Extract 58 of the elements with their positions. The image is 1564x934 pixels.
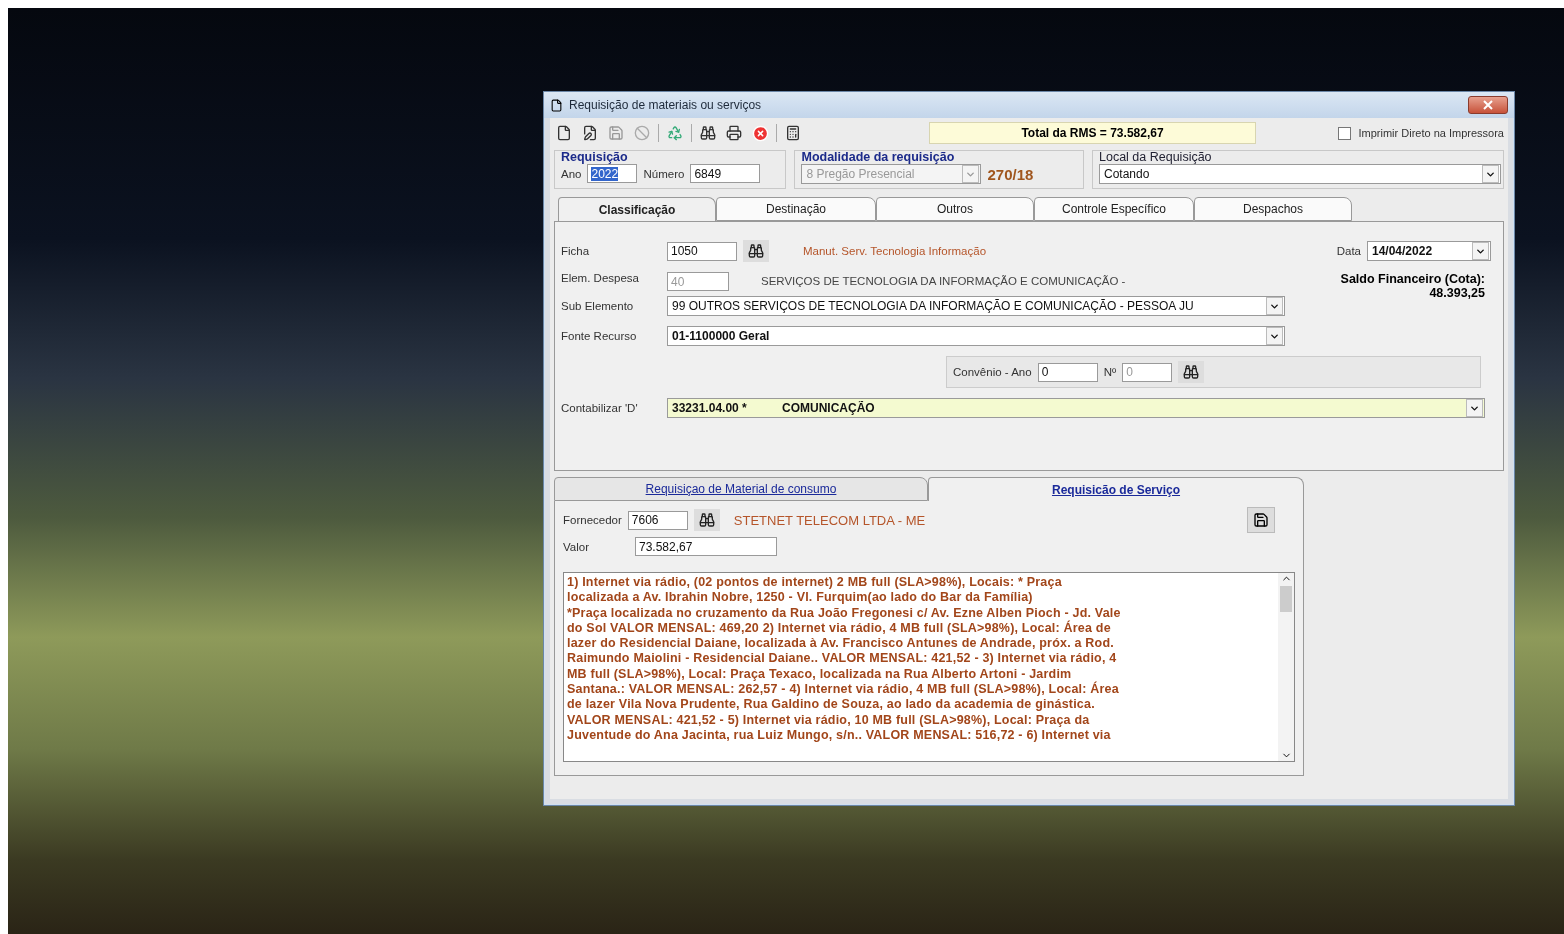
binoculars-button[interactable]: [693, 509, 720, 531]
field-label: Ficha: [561, 245, 591, 257]
tab[interactable]: Controle Específico: [1034, 197, 1194, 221]
binoculars-button[interactable]: [1178, 361, 1205, 383]
supplier-name: STETNET TELECOM LTDA - ME: [733, 512, 926, 528]
tab[interactable]: Requisiçao de Material de consumo: [554, 477, 928, 501]
input-field[interactable]: 2022: [587, 164, 638, 183]
group-title: Local da Requisição: [1099, 150, 1213, 164]
field-label: Fornecedor: [563, 514, 622, 526]
description-text: 1) Internet via rádio, (02 pontos de internet) 2 MB full (SLA>98%), Locais: * Praça localizada a Av. Ibrahin Nobre, 1250 - Vl. Furquim(ao lado do Bar da Família) *Praça localizada no cruzamento da Rua João Fregonesi c/ Av. Ezne Alben Pioch - Jd. Vale do Sol VALOR MENSAL: 469,20 2) Internet via rádio, 4 MB full (SLA>98%), Local: Área de lazer do Residencial Daiane, localizada à Av. Francisco Antunes de Andrade, próx. a Rod. Raimundo Maiolini - Residencial Daiane.. VALOR MENSAL: 421,52 - 3) Internet via rádio, 4 MB full (SLA>98%), Local: Praça Texaco, localizada na Rua Alberto Artoni - Jardim Santana.: VALOR MENSAL: 262,57 - 4) Internet via rádio, 4 MB full (SLA>98%), Local: Área de lazer Vila Nova Prudente, Rua Galdino de Souza, ao lado da academia de ginástica. VALOR MENSAL: 421,52 - 5) Internet via rádio, 10 MB full (SLA>98%), Local: Praça da Juventude do Ana Jacinta, rua Luiz Mungo, s/n.. VALOR MENSAL: 516,72 - 6) Internet via: [566, 574, 1122, 744]
field-label: Valor: [563, 540, 590, 553]
field-label: Fonte Recurso: [561, 330, 638, 342]
tab[interactable]: Despachos: [1194, 197, 1352, 221]
ficha-description: Manut. Serv. Tecnologia Informação: [803, 245, 988, 257]
window-icon: [550, 98, 563, 112]
input-field[interactable]: 73.582,67: [635, 537, 777, 556]
binoculars-icon: [698, 512, 715, 528]
dropdown-field[interactable]: Cotando: [1099, 164, 1501, 184]
field-label: Elem. Despesa: [561, 272, 640, 284]
scroll-thumb[interactable]: [1280, 586, 1292, 612]
element-description: SERVIÇOS DE TECNOLOGIA DA INFORMAÇÃO E COMUNICAÇÃO -: [761, 274, 1127, 287]
group-title: Modalidade da requisição: [801, 150, 956, 164]
code-text: 270/18: [987, 165, 1034, 183]
input-field[interactable]: 1050: [667, 241, 737, 261]
group-title: Requisição: [561, 150, 629, 164]
print-direct-checkbox[interactable]: Imprimir Direto na Impressora: [1337, 126, 1504, 140]
save-button[interactable]: [1247, 507, 1275, 533]
input-field[interactable]: 0: [1037, 362, 1098, 382]
tab[interactable]: Requisicão de Serviço: [928, 477, 1304, 501]
tab[interactable]: Destinação: [716, 197, 876, 221]
close-icon: [1483, 100, 1493, 110]
delete-button[interactable]: [750, 123, 770, 143]
input-field[interactable]: 6849: [690, 164, 761, 183]
field-label: Convênio - Ano: [953, 366, 1032, 378]
search-button[interactable]: [698, 123, 718, 143]
binoculars-icon: [1183, 364, 1200, 380]
close-button[interactable]: [1468, 96, 1508, 114]
dropdown-field[interactable]: 01-1100000 Geral: [667, 326, 1285, 346]
field-label: Nº: [1103, 366, 1117, 378]
binoculars-button[interactable]: [743, 240, 769, 262]
input-field[interactable]: 7606: [627, 510, 688, 530]
balance-value: 48.393,25: [1429, 286, 1485, 300]
description-text-area[interactable]: [563, 572, 1295, 762]
field-label: Ano: [561, 167, 582, 180]
balance-label: Saldo Financeiro (Cota):: [1340, 272, 1485, 286]
print-button[interactable]: [724, 123, 744, 143]
field-label: Data: [1336, 245, 1361, 257]
tab[interactable]: Outros: [876, 197, 1034, 221]
total-display: Total da RMS = 73.582,67: [929, 122, 1256, 144]
tab[interactable]: Classificação: [558, 197, 716, 221]
field-label: Sub Elemento: [561, 300, 635, 312]
date-field[interactable]: 14/04/2022: [1367, 241, 1491, 261]
binoculars-icon: [748, 243, 764, 259]
dropdown-field[interactable]: 33231.04.00 * COMUNICAÇÃO: [667, 398, 1485, 418]
field-label: Número: [643, 167, 685, 180]
window-title: Requisição de materiais ou serviços: [569, 98, 763, 112]
dropdown-field[interactable]: 99 OUTROS SERVIÇOS DE TECNOLOGIA DA INFORMAÇÃO E COMUNICAÇÃO - PESSOA JU: [667, 296, 1285, 316]
field-label: Contabilizar 'D': [561, 402, 639, 414]
